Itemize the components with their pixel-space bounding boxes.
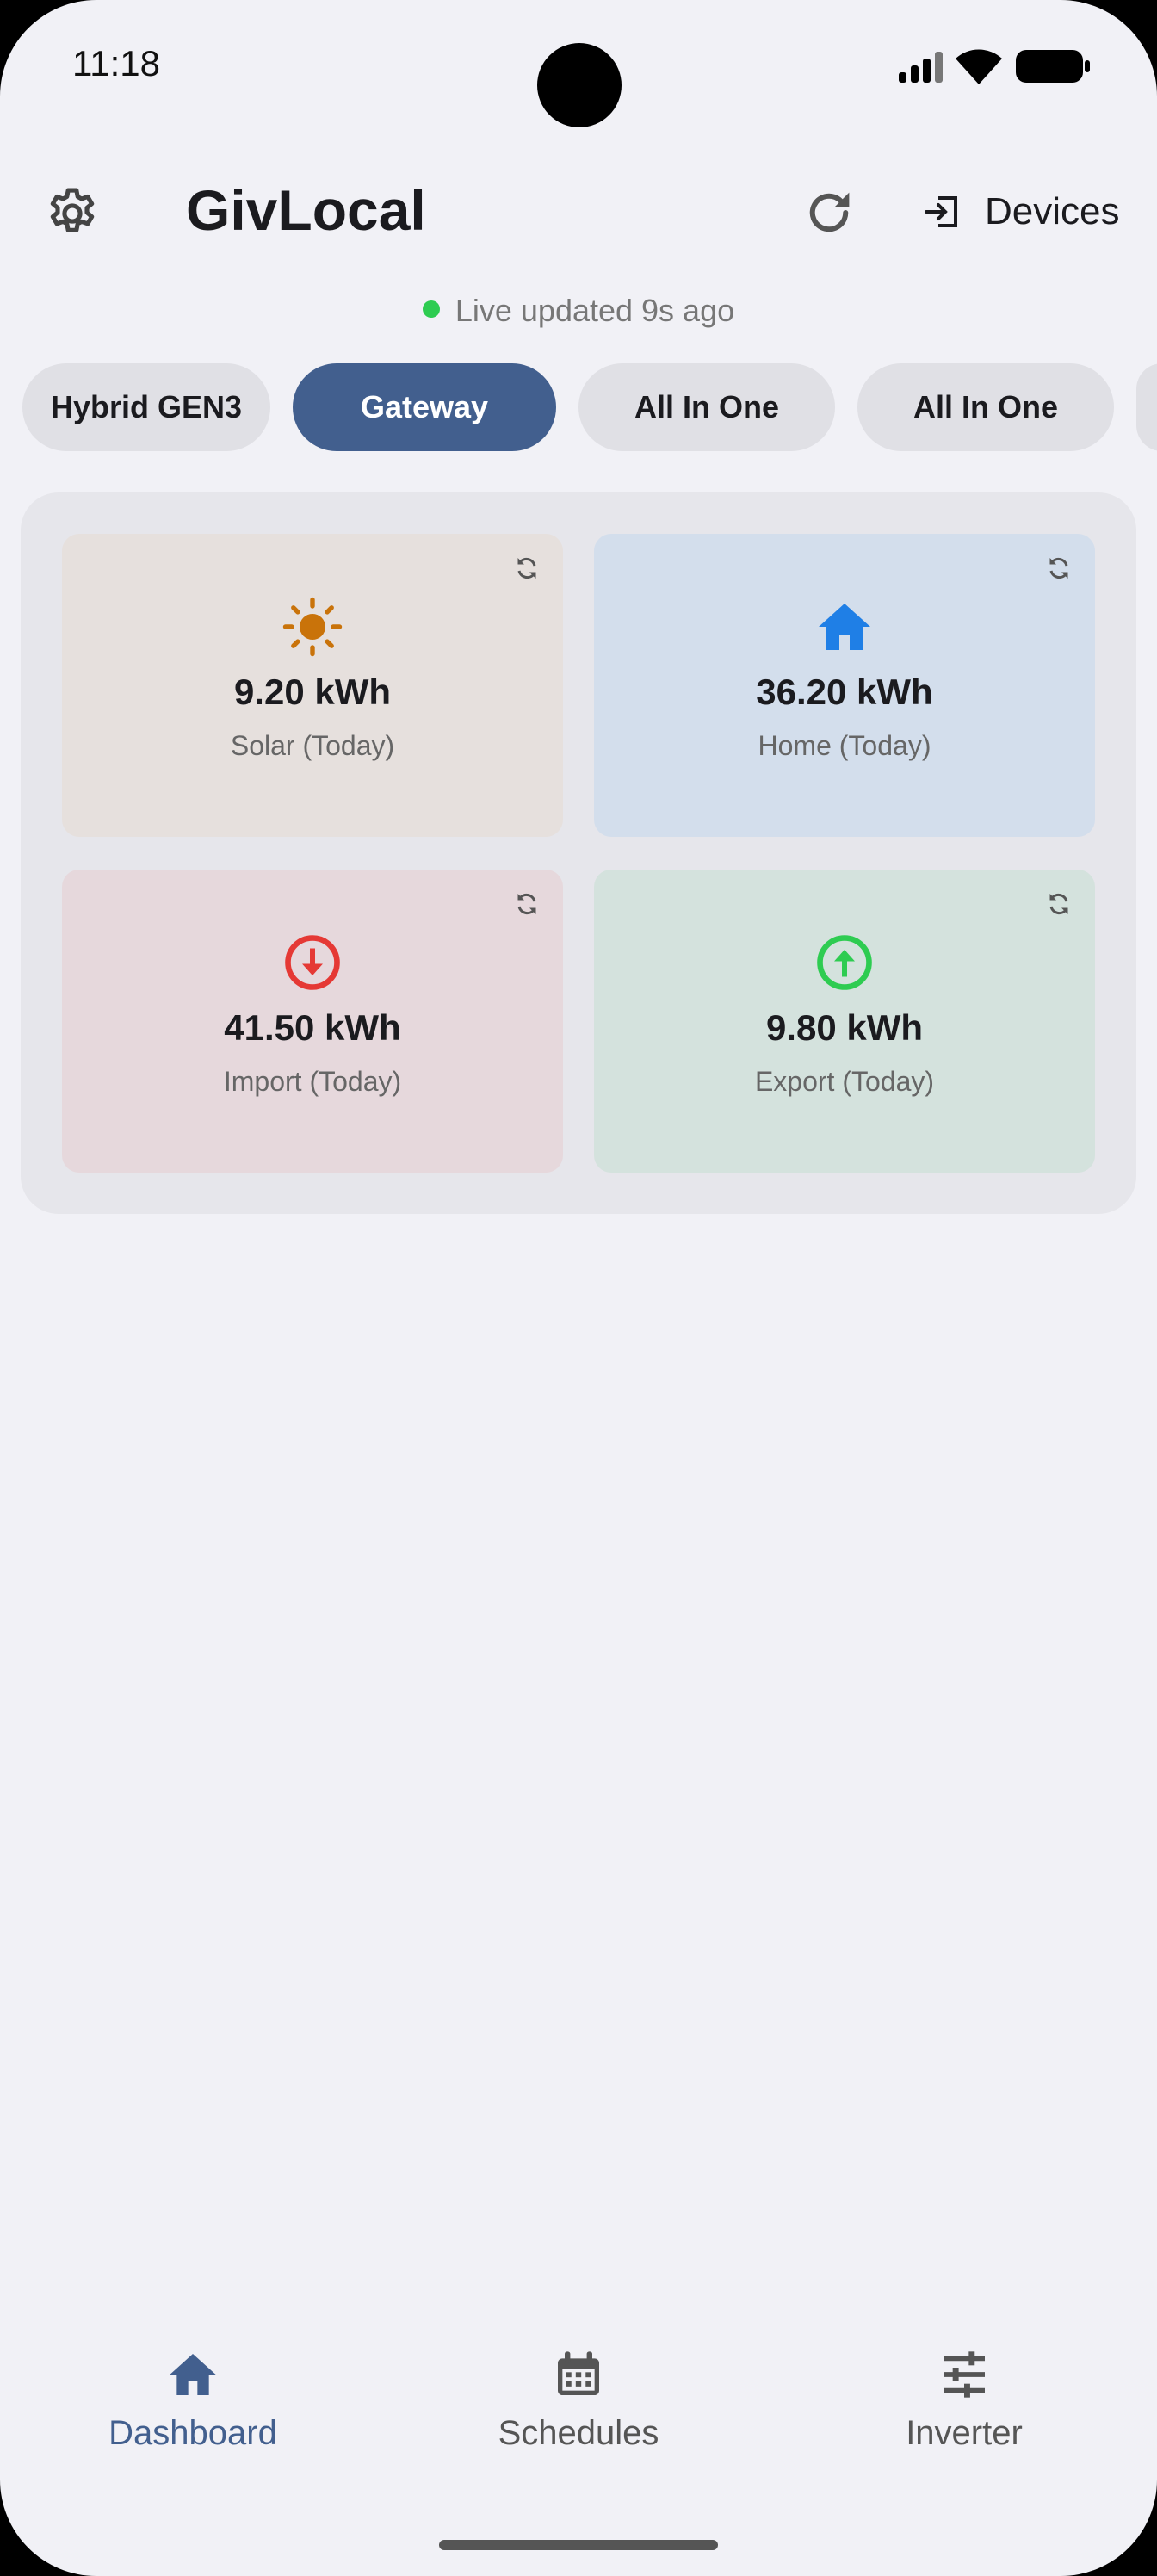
import-label: Import (Today) <box>223 1066 402 1097</box>
battery-icon <box>1016 50 1090 83</box>
solar-value: 9.20 kWh <box>233 672 392 712</box>
nav-dashboard-label: Dashboard <box>108 2414 277 2452</box>
home-value: 36.20 kWh <box>756 672 933 712</box>
calendar-icon <box>558 2351 599 2395</box>
chip-all-in-one[interactable]: All In One <box>578 363 835 451</box>
live-updated-text: Live updated 9s ago <box>455 293 735 328</box>
app-bar: GivLocal Devices <box>0 164 1157 258</box>
arrow-up-circle-icon <box>817 935 872 990</box>
sync-icon[interactable] <box>1043 553 1074 584</box>
sync-icon[interactable] <box>511 553 542 584</box>
home-today-card[interactable]: 36.20 kWh Home (Today) <box>594 534 1095 837</box>
export-label: Export (Today) <box>754 1066 935 1097</box>
nav-inverter-label: Inverter <box>906 2414 1023 2452</box>
energy-stats-panel: 9.20 kWh Solar (Today) 36.20 kWh Home (T… <box>21 492 1136 1214</box>
nav-dashboard[interactable]: Dashboard <box>64 2316 322 2453</box>
chip-overflow[interactable] <box>1136 363 1157 451</box>
home-label: Home (Today) <box>758 730 931 761</box>
live-status: Live updated 9s ago <box>0 293 1157 329</box>
export-value: 9.80 kWh <box>765 1007 924 1048</box>
solar-label: Solar (Today) <box>230 730 395 761</box>
import-today-card[interactable]: 41.50 kWh Import (Today) <box>62 870 563 1173</box>
home-icon <box>170 2354 216 2395</box>
phone-screen: 11:18 GivLocal Devices Live updated 9s a… <box>0 0 1157 2576</box>
nav-schedules-label: Schedules <box>498 2414 659 2452</box>
sliders-icon <box>944 2351 985 2398</box>
devices-label: Devices <box>985 190 1120 232</box>
export-today-card[interactable]: 9.80 kWh Export (Today) <box>594 870 1095 1173</box>
app-title: GivLocal <box>186 178 426 242</box>
bottom-navigation: Dashboard Schedules Inverter <box>0 2316 1157 2488</box>
sync-icon[interactable] <box>1043 889 1074 920</box>
cellular-signal-icon <box>899 52 943 83</box>
chip-all-in-one-2[interactable]: All In One <box>857 363 1114 451</box>
nav-inverter[interactable]: Inverter <box>835 2316 1093 2453</box>
arrow-down-circle-icon <box>285 935 340 990</box>
wifi-icon <box>956 49 1002 84</box>
home-icon <box>819 604 870 650</box>
nav-schedules[interactable]: Schedules <box>449 2316 708 2453</box>
refresh-icon[interactable] <box>801 184 857 241</box>
sun-icon <box>282 597 343 657</box>
login-icon <box>925 196 957 227</box>
import-value: 41.50 kWh <box>224 1007 401 1048</box>
chip-hybrid-gen3[interactable]: Hybrid GEN3 <box>22 363 270 451</box>
live-indicator-dot <box>422 300 440 319</box>
devices-button[interactable]: Devices <box>921 183 1120 241</box>
device-chip-row[interactable]: Hybrid GEN3 Gateway All In One All In On… <box>22 363 1157 451</box>
status-time: 11:18 <box>72 43 160 84</box>
camera-cutout <box>537 43 622 127</box>
sync-icon[interactable] <box>511 889 542 920</box>
chip-gateway[interactable]: Gateway <box>293 363 556 451</box>
status-bar: 11:18 <box>0 0 1157 138</box>
solar-today-card[interactable]: 9.20 kWh Solar (Today) <box>62 534 563 837</box>
settings-gear-icon[interactable] <box>43 184 102 243</box>
home-indicator-bar[interactable] <box>439 2540 718 2550</box>
